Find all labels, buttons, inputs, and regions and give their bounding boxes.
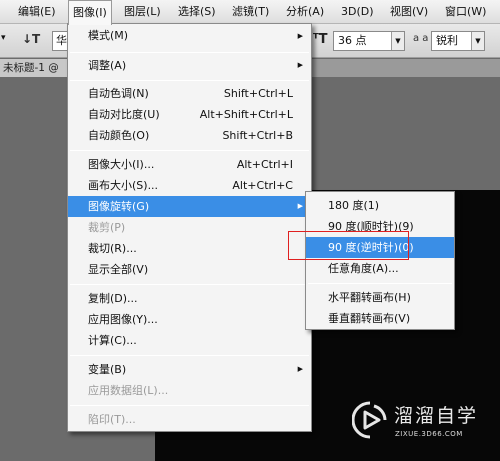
menu-item-crop: 裁剪(P) (68, 217, 311, 238)
menu-item-shortcut: Shift+Ctrl+B (222, 129, 293, 142)
menu-item-label: 应用图像(Y)... (88, 313, 158, 326)
menu-item-label: 裁切(R)... (88, 242, 137, 255)
chevron-down-icon[interactable]: ▼ (471, 32, 484, 50)
submenu-item-rotate-180[interactable]: 180 度(1) (306, 195, 454, 216)
menu-divider (70, 355, 309, 356)
menu-item-auto-tone[interactable]: 自动色调(N) Shift+Ctrl+L (68, 83, 311, 104)
menu-item-canvas-size[interactable]: 画布大小(S)... Alt+Ctrl+C (68, 175, 311, 196)
text-orientation-icon[interactable]: ↓T (22, 32, 40, 46)
submenu-arrow-icon: ▶ (297, 202, 303, 210)
submenu-item-arbitrary[interactable]: 任意角度(A)... (306, 258, 454, 279)
menu-divider (70, 52, 309, 53)
submenu-item-flip-horizontal[interactable]: 水平翻转画布(H) (306, 287, 454, 308)
font-family-value: 华 (56, 34, 67, 47)
tool-preset-arrow-icon[interactable]: ▾ (1, 33, 6, 43)
menu-edit[interactable]: 编辑(E) (18, 0, 56, 24)
font-size-field[interactable]: 36 点 ▼ (333, 31, 405, 51)
menu-item-label: 图像旋转(G) (88, 200, 150, 213)
menu-item-calculations[interactable]: 计算(C)... (68, 330, 311, 351)
menu-item-mode[interactable]: 模式(M) ▶ (68, 25, 311, 47)
menu-item-shortcut: Alt+Shift+Ctrl+L (199, 108, 293, 121)
menu-image[interactable]: 图像(I) (68, 0, 112, 25)
image-rotation-submenu: 180 度(1) 90 度(顺时针)(9) 90 度(逆时针)(0) 任意角度(… (305, 191, 455, 330)
document-tab[interactable]: 未标题-1 @ (0, 59, 70, 77)
menu-item-label: 复制(D)... (88, 292, 138, 305)
menu-item-adjustments[interactable]: 调整(A) ▶ (68, 55, 311, 76)
watermark-url: ZIXUE.3D66.COM (395, 430, 463, 438)
menu-item-shortcut: Alt+Ctrl+C (232, 179, 293, 192)
watermark: 溜溜自学 ZIXUE.3D66.COM (352, 395, 476, 447)
chevron-down-icon[interactable]: ▼ (391, 32, 404, 50)
menu-item-image-size[interactable]: 图像大小(I)... Alt+Ctrl+I (68, 154, 311, 175)
menu-item-reveal-all[interactable]: 显示全部(V) (68, 259, 311, 280)
antialias-field[interactable]: 锐利 ▼ (431, 31, 485, 51)
font-size-value: 36 点 (338, 34, 367, 47)
menu-divider (308, 283, 452, 284)
menu-select[interactable]: 选择(S) (178, 0, 216, 24)
menu-divider (70, 284, 309, 285)
menu-filter[interactable]: 滤镜(T) (232, 0, 269, 24)
menu-item-label: 裁剪(P) (88, 221, 126, 234)
play-logo-icon (352, 401, 387, 439)
menu-item-trap: 陷印(T)... (68, 409, 311, 430)
menu-layer[interactable]: 图层(L) (124, 0, 161, 24)
menu-item-label: 画布大小(S)... (88, 179, 159, 192)
menu-item-auto-contrast[interactable]: 自动对比度(U) Alt+Shift+Ctrl+L (68, 104, 311, 125)
menu-item-shortcut: Shift+Ctrl+L (223, 87, 293, 100)
antialias-value: 锐利 (436, 34, 458, 47)
annotation-highlight-box (288, 231, 409, 260)
image-menu: 模式(M) ▶ 调整(A) ▶ 自动色调(N) Shift+Ctrl+L 自动对… (67, 23, 312, 432)
menu-item-label: 变量(B) (88, 363, 127, 376)
menu-item-label: 计算(C)... (88, 334, 137, 347)
menu-item-trim[interactable]: 裁切(R)... (68, 238, 311, 259)
submenu-arrow-icon: ▶ (297, 61, 303, 69)
menu-item-auto-color[interactable]: 自动颜色(O) Shift+Ctrl+B (68, 125, 311, 146)
menu-item-label: 陷印(T)... (88, 413, 136, 426)
font-size-icon: ᵀT (313, 32, 328, 47)
submenu-item-flip-vertical[interactable]: 垂直翻转画布(V) (306, 308, 454, 329)
menu-item-variables[interactable]: 变量(B) ▶ (68, 359, 311, 380)
menu-item-label: 显示全部(V) (88, 263, 149, 276)
menu-item-label: 自动对比度(U) (88, 108, 160, 121)
submenu-arrow-icon: ▶ (297, 365, 303, 373)
menu-bar: 编辑(E) 图像(I) 图层(L) 选择(S) 滤镜(T) 分析(A) 3D(D… (0, 0, 500, 25)
menu-divider (70, 80, 309, 81)
menu-item-label: 图像大小(I)... (88, 158, 155, 171)
menu-3d[interactable]: 3D(D) (341, 0, 374, 24)
menu-item-shortcut: Alt+Ctrl+I (236, 158, 293, 171)
menu-divider (70, 150, 309, 151)
menu-window[interactable]: 窗口(W) (445, 0, 486, 24)
submenu-arrow-icon: ▶ (297, 32, 303, 40)
antialias-icon: a a (413, 33, 429, 44)
menu-item-apply-image[interactable]: 应用图像(Y)... (68, 309, 311, 330)
menu-divider (70, 405, 309, 406)
menu-item-image-rotation[interactable]: 图像旋转(G) ▶ (68, 196, 311, 217)
menu-item-label: 应用数据组(L)... (88, 384, 169, 397)
menu-item-label: 自动色调(N) (88, 87, 149, 100)
watermark-title: 溜溜自学 (394, 405, 479, 427)
menu-item-label: 模式(M) (88, 29, 129, 42)
menu-analysis[interactable]: 分析(A) (286, 0, 324, 24)
menu-item-apply-data-set: 应用数据组(L)... (68, 380, 311, 401)
menu-item-duplicate[interactable]: 复制(D)... (68, 288, 311, 309)
menu-item-label: 自动颜色(O) (88, 129, 150, 142)
menu-item-label: 调整(A) (88, 59, 127, 72)
menu-view[interactable]: 视图(V) (390, 0, 428, 24)
